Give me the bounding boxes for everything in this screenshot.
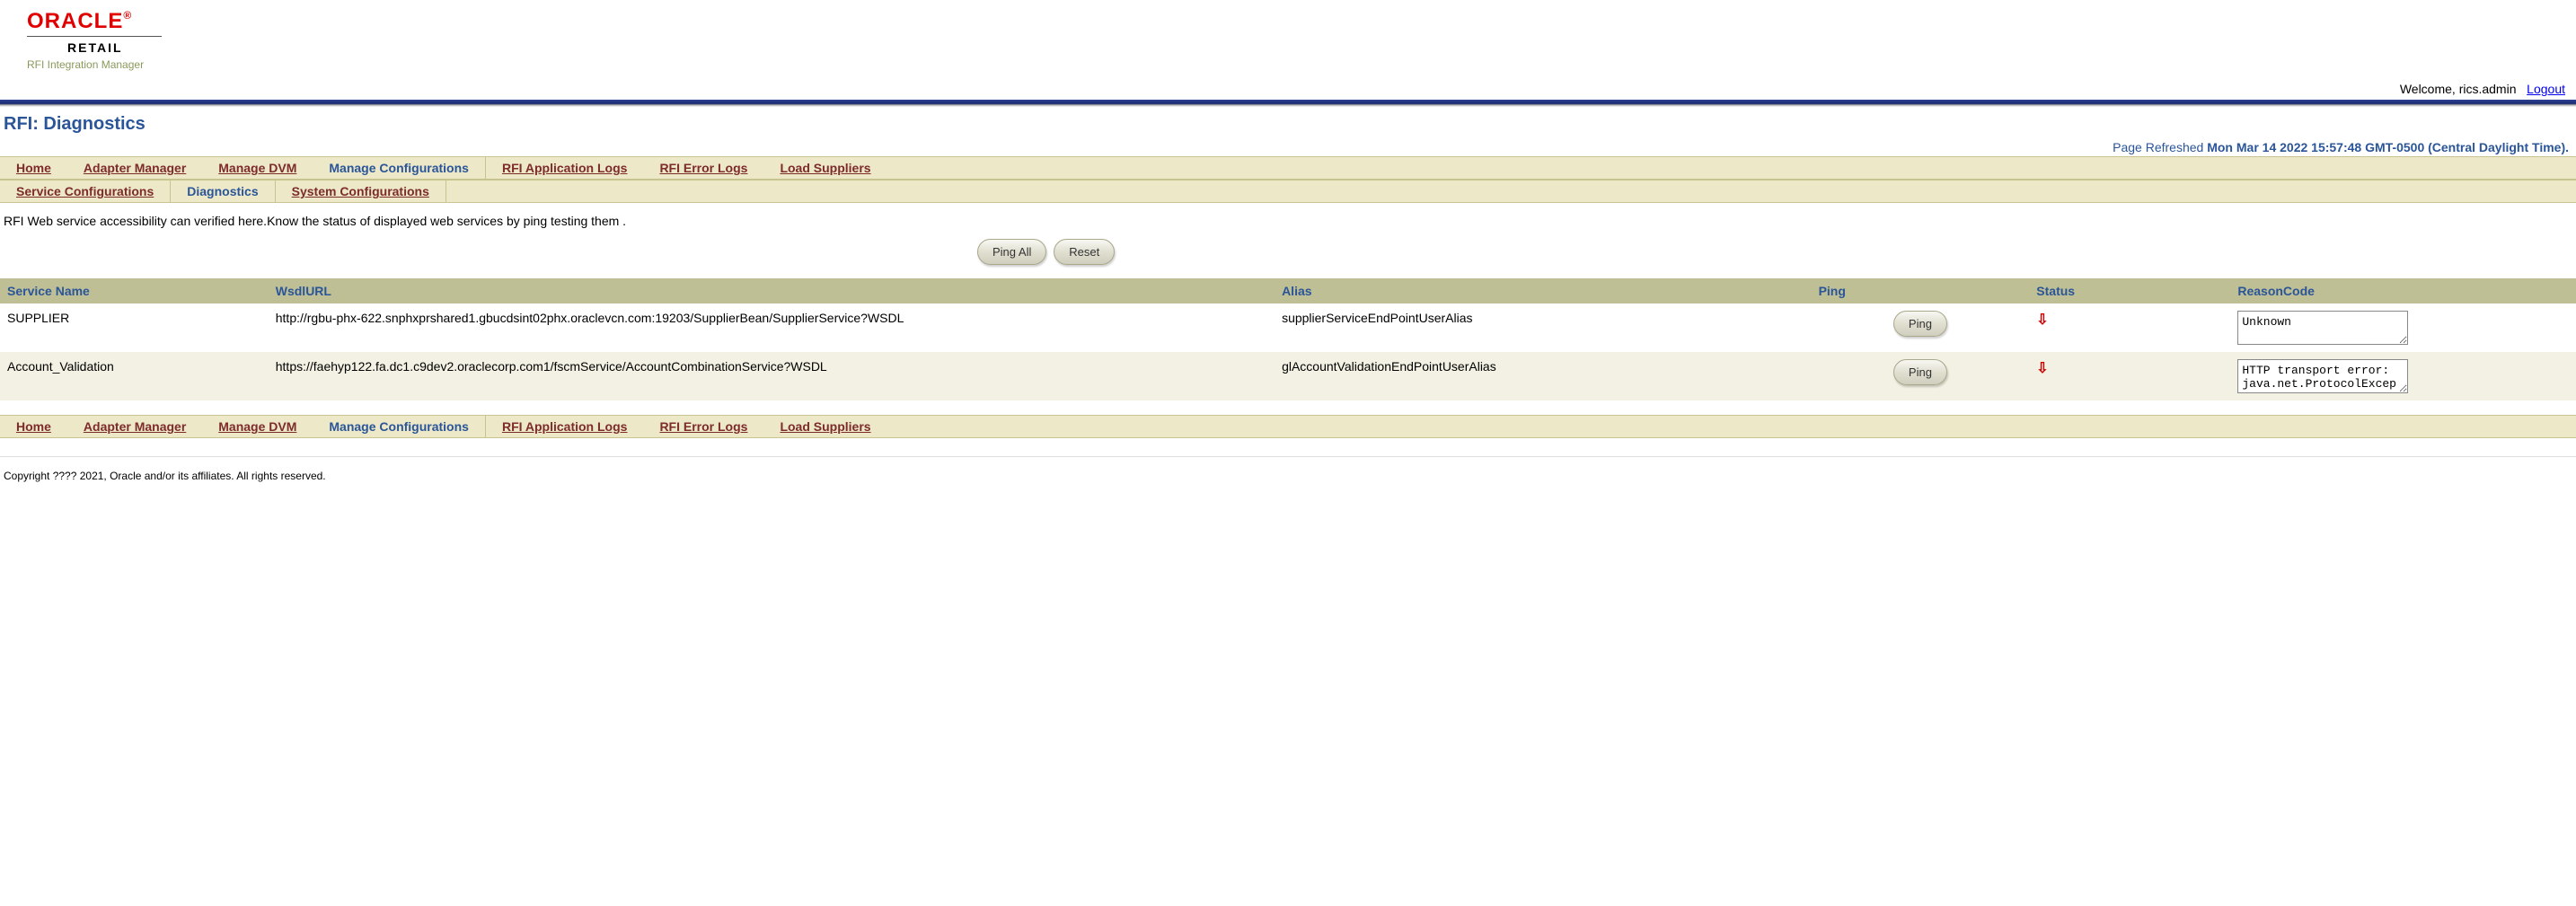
table-row: SUPPLIER http://rgbu-phx-622.snphxprshar… <box>0 303 2576 352</box>
nav-rfi-error-logs[interactable]: RFI Error Logs <box>643 157 763 179</box>
app-subtitle: RFI Integration Manager <box>27 58 2549 71</box>
nav-manage-configurations[interactable]: Manage Configurations <box>313 416 485 437</box>
nav-load-suppliers[interactable]: Load Suppliers <box>763 157 887 179</box>
header-status: Status <box>2029 278 2230 303</box>
logo-divider <box>27 36 162 37</box>
nav-adapter-manager[interactable]: Adapter Manager <box>67 416 202 437</box>
table-row: Account_Validation https://faehyp122.fa.… <box>0 352 2576 400</box>
cell-alias: supplierServiceEndPointUserAlias <box>1275 303 1812 352</box>
header-reason: ReasonCode <box>2230 278 2576 303</box>
description-text: RFI Web service accessibility can verifi… <box>0 203 2576 239</box>
welcome-text: Welcome, rics.admin <box>2400 82 2517 96</box>
registered-mark: ® <box>123 9 132 22</box>
nav-manage-dvm[interactable]: Manage DVM <box>202 416 313 437</box>
logout-link[interactable]: Logout <box>2527 82 2565 96</box>
header-service-name: Service Name <box>0 278 269 303</box>
nav-rfi-application-logs[interactable]: RFI Application Logs <box>486 416 643 437</box>
logo-area: ORACLE® RETAIL RFI Integration Manager <box>0 0 2576 78</box>
footer-separator <box>0 456 2576 457</box>
cell-service-name: Account_Validation <box>0 352 269 400</box>
cell-reason: HTTP transport error: java.net.ProtocolE… <box>2230 352 2576 400</box>
page-refresh-bar: Page Refreshed Mon Mar 14 2022 15:57:48 … <box>0 138 2576 156</box>
nav-rfi-error-logs[interactable]: RFI Error Logs <box>643 416 763 437</box>
nav-home[interactable]: Home <box>0 416 67 437</box>
copyright-text: Copyright ???? 2021, Oracle and/or its a… <box>0 466 2576 486</box>
user-bar: Welcome, rics.admin Logout <box>0 78 2576 100</box>
cell-wsdl-url: http://rgbu-phx-622.snphxprshared1.gbucd… <box>269 303 1275 352</box>
cell-wsdl-url: https://faehyp122.fa.dc1.c9dev2.oracleco… <box>269 352 1275 400</box>
header-gradient-bar <box>0 100 2576 107</box>
nav-manage-dvm[interactable]: Manage DVM <box>202 157 313 179</box>
reason-code-box[interactable]: Unknown <box>2237 311 2408 345</box>
cell-alias: glAccountValidationEndPointUserAlias <box>1275 352 1812 400</box>
retail-text: RETAIL <box>67 40 2549 55</box>
nav-adapter-manager[interactable]: Adapter Manager <box>67 157 202 179</box>
sub-nav: Service Configurations Diagnostics Syste… <box>0 180 2576 203</box>
cell-service-name: SUPPLIER <box>0 303 269 352</box>
subnav-diagnostics[interactable]: Diagnostics <box>171 180 274 202</box>
subnav-system-configurations[interactable]: System Configurations <box>276 180 446 202</box>
nav-rfi-application-logs[interactable]: RFI Application Logs <box>486 157 643 179</box>
cell-ping: Ping <box>1812 352 2030 400</box>
cell-reason: Unknown <box>2230 303 2576 352</box>
ping-button[interactable]: Ping <box>1893 359 1947 385</box>
oracle-text: ORACLE <box>27 9 123 33</box>
header-wsdl-url: WsdlURL <box>269 278 1275 303</box>
nav-load-suppliers[interactable]: Load Suppliers <box>763 416 887 437</box>
services-table: Service Name WsdlURL Alias Ping Status R… <box>0 278 2576 400</box>
cell-status: ⇩ <box>2029 352 2230 400</box>
actions-area: Ping All Reset <box>0 239 2576 275</box>
refresh-label: Page Refreshed <box>2113 140 2203 154</box>
reason-code-box[interactable]: HTTP transport error: java.net.ProtocolE… <box>2237 359 2408 393</box>
ping-all-button[interactable]: Ping All <box>977 239 1046 265</box>
status-down-icon: ⇩ <box>2036 361 2048 376</box>
main-nav: Home Adapter Manager Manage DVM Manage C… <box>0 156 2576 180</box>
table-header-row: Service Name WsdlURL Alias Ping Status R… <box>0 278 2576 303</box>
subnav-service-configurations[interactable]: Service Configurations <box>0 180 170 202</box>
cell-status: ⇩ <box>2029 303 2230 352</box>
nav-home[interactable]: Home <box>0 157 67 179</box>
cell-ping: Ping <box>1812 303 2030 352</box>
page-title: RFI: Diagnostics <box>0 107 2576 138</box>
header-ping: Ping <box>1812 278 2030 303</box>
refresh-timestamp: Mon Mar 14 2022 15:57:48 GMT-0500 (Centr… <box>2207 140 2569 154</box>
status-down-icon: ⇩ <box>2036 312 2048 328</box>
oracle-logo: ORACLE® <box>27 9 2549 34</box>
reset-button[interactable]: Reset <box>1054 239 1115 265</box>
ping-button[interactable]: Ping <box>1893 311 1947 337</box>
footer-nav: Home Adapter Manager Manage DVM Manage C… <box>0 415 2576 438</box>
nav-manage-configurations[interactable]: Manage Configurations <box>313 157 485 179</box>
header-alias: Alias <box>1275 278 1812 303</box>
